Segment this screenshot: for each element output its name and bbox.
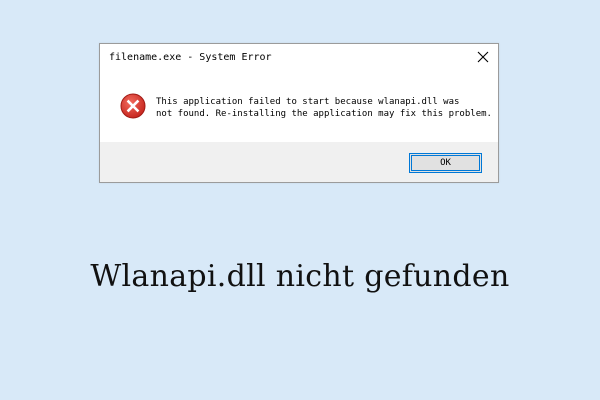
dialog-title: filename.exe - System Error [109, 52, 272, 63]
dialog-content: This application failed to start because… [100, 74, 498, 142]
error-message: This application failed to start because… [156, 96, 492, 120]
page-headline: Wlanapi.dll nicht gefunden [90, 259, 510, 294]
close-icon [477, 51, 489, 63]
system-error-dialog: filename.exe - System Error This applica… [99, 43, 499, 183]
error-icon [120, 93, 146, 119]
close-button[interactable] [468, 44, 498, 70]
error-message-line: This application failed to start because… [156, 97, 460, 107]
error-message-line: not found. Re-installing the application… [156, 109, 492, 119]
dialog-footer: OK [100, 142, 498, 182]
dialog-titlebar[interactable]: filename.exe - System Error [100, 44, 498, 74]
ok-button[interactable]: OK [409, 153, 482, 173]
